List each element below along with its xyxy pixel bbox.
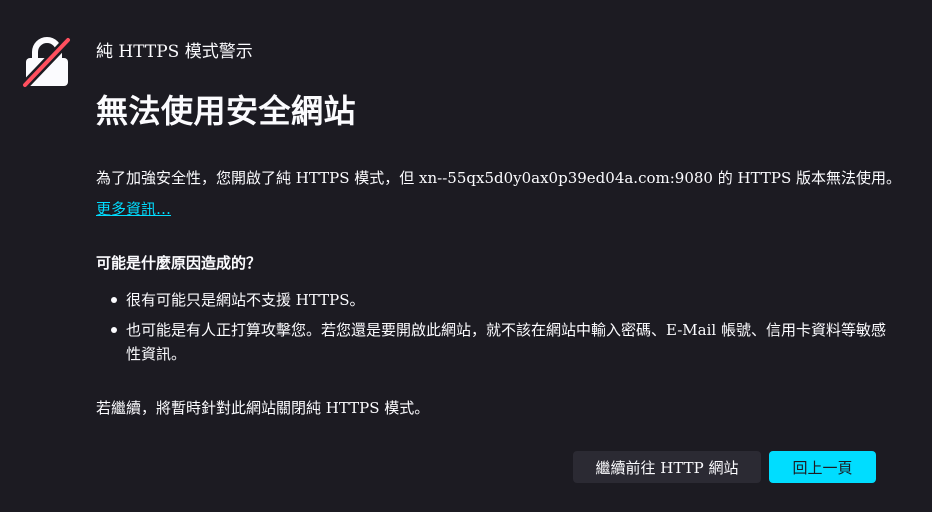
list-item: 也可能是有人正打算攻擊您。若您還是要開啟此網站，就不該在網站中輸入密碼、E-Ma… — [96, 318, 886, 366]
error-description: 為了加強安全性，您開啟了純 HTTPS 模式，但 xn--55qx5d0y0ax… — [96, 169, 901, 187]
section-heading: 可能是什麼原因造成的？ — [96, 254, 262, 272]
go-back-button[interactable]: 回上一頁 — [769, 451, 876, 483]
reason-text: 很有可能只是網站不支援 HTTPS。 — [126, 291, 365, 309]
page-title: 無法使用安全網站 — [96, 92, 357, 130]
continue-note: 若繼續，將暫時針對此網站關閉純 HTTPS 模式。 — [96, 399, 430, 417]
learn-more-link[interactable]: 更多資訊… — [96, 198, 171, 219]
continue-http-button[interactable]: 繼續前往 HTTP 網站 — [573, 451, 761, 483]
broken-lock-icon — [20, 35, 73, 90]
bullet-icon — [111, 297, 117, 303]
page-subtitle: 純 HTTPS 模式警示 — [96, 42, 253, 62]
list-item: 很有可能只是網站不支援 HTTPS。 — [96, 288, 886, 312]
reasons-list: 很有可能只是網站不支援 HTTPS。 也可能是有人正打算攻擊您。若您還是要開啟此… — [96, 288, 886, 372]
reason-text: 也可能是有人正打算攻擊您。若您還是要開啟此網站，就不該在網站中輸入密碼、E-Ma… — [126, 321, 886, 363]
bullet-icon — [111, 327, 117, 333]
https-only-error-page: 純 HTTPS 模式警示 無法使用安全網站 為了加強安全性，您開啟了純 HTTP… — [0, 0, 932, 512]
